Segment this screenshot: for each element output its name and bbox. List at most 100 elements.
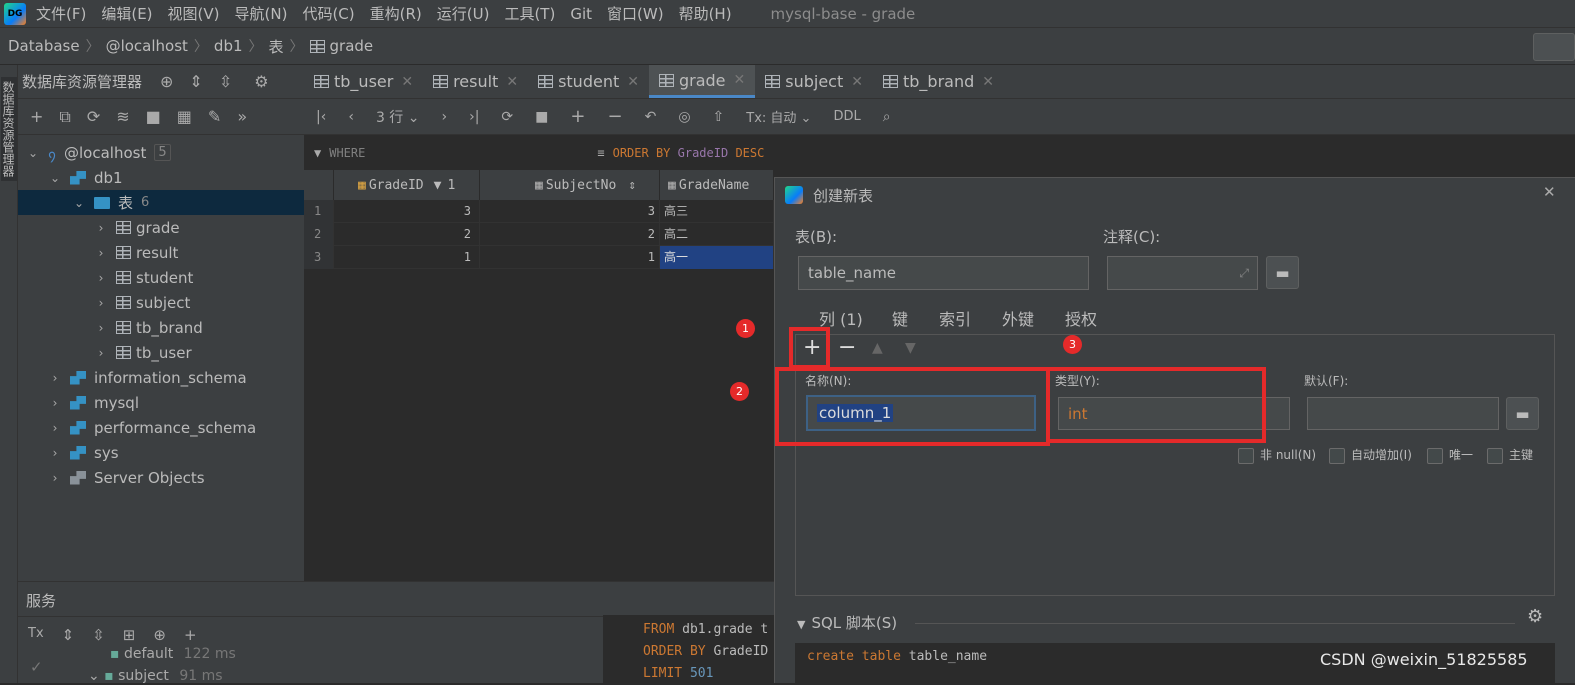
menu-window[interactable]: 窗口(W): [607, 3, 664, 24]
column-header-gradename[interactable]: ▦ GradeName: [660, 170, 774, 200]
tree-item-table[interactable]: › tb_brand: [18, 315, 304, 340]
tab-tb-brand[interactable]: tb_brand ✕: [873, 65, 1004, 98]
auto-increment-checkbox[interactable]: 自动增加(I): [1329, 446, 1412, 464]
tx-mode-dropdown[interactable]: Tx: 自动 ⌄: [746, 107, 811, 126]
close-icon[interactable]: ✕: [1543, 183, 1556, 201]
table-row[interactable]: 3 1 1 高一: [304, 246, 774, 269]
add-icon[interactable]: +: [184, 626, 197, 644]
crumb-tables[interactable]: 表: [269, 36, 284, 57]
crumb-table[interactable]: grade: [330, 37, 374, 55]
edit-icon[interactable]: ✎: [208, 107, 221, 126]
tree-item-schema[interactable]: › sys: [18, 440, 304, 465]
tree-item-schema[interactable]: › mysql: [18, 390, 304, 415]
search-icon[interactable]: ⌕: [883, 109, 891, 125]
submit-icon[interactable]: ⇧: [713, 109, 725, 125]
tab-result[interactable]: result ✕: [423, 65, 528, 98]
preview-icon[interactable]: ◎: [678, 109, 690, 125]
menu-code[interactable]: 代码(C): [302, 3, 354, 24]
unique-checkbox[interactable]: 唯一: [1427, 446, 1473, 464]
expand-all-icon[interactable]: ⇕: [189, 72, 202, 91]
close-icon[interactable]: ✕: [627, 74, 639, 90]
tree-item-table[interactable]: › grade: [18, 215, 304, 240]
stop-icon[interactable]: ■: [535, 109, 548, 125]
tab-keys[interactable]: 键: [892, 306, 908, 330]
sort-toggle-icon[interactable]: ⇕: [628, 178, 636, 193]
rows-dropdown[interactable]: 3 行 ⌄: [376, 107, 420, 127]
tab-tb-user[interactable]: tb_user ✕: [304, 65, 423, 98]
close-icon[interactable]: ✕: [401, 74, 413, 90]
table-row[interactable]: 1 3 3 高三: [304, 200, 774, 223]
target-icon[interactable]: ⊕: [160, 72, 173, 91]
group-icon[interactable]: ⊞: [123, 626, 136, 644]
last-page-icon[interactable]: ›|: [469, 109, 479, 125]
tree-item-schema[interactable]: › performance_schema: [18, 415, 304, 440]
not-null-checkbox[interactable]: 非 null(N): [1238, 446, 1316, 464]
service-item[interactable]: ▪ default 122 ms: [110, 646, 236, 662]
comment-edit-button[interactable]: ▬: [1266, 256, 1299, 289]
tree-item-table[interactable]: › result: [18, 240, 304, 265]
cell-gradename[interactable]: 高一: [660, 246, 774, 269]
db-explorer-strip-button[interactable]: 数据库资源管理器: [1, 77, 17, 181]
crumb-database[interactable]: Database: [8, 37, 80, 55]
tree-item-table[interactable]: › tb_user: [18, 340, 304, 365]
comment-input[interactable]: ⤢: [1107, 256, 1258, 290]
cell-gradeid[interactable]: 3: [334, 200, 480, 223]
tab-student[interactable]: student ✕: [528, 65, 649, 98]
menu-view[interactable]: 视图(V): [168, 3, 220, 24]
menu-navigate[interactable]: 导航(N): [235, 3, 288, 24]
menu-file[interactable]: 文件(F): [36, 3, 86, 24]
tx-button[interactable]: Tx: [28, 626, 44, 644]
tab-grade[interactable]: grade ✕: [648, 65, 756, 98]
more-icon[interactable]: »: [237, 107, 247, 126]
crumb-db[interactable]: db1: [214, 37, 243, 55]
expand-all-icon[interactable]: ⇕: [62, 626, 75, 644]
copy-icon[interactable]: ⧉: [59, 107, 70, 127]
schema-icon[interactable]: ≋: [116, 107, 129, 126]
menu-run[interactable]: 运行(U): [437, 3, 490, 24]
filter-icon[interactable]: ▼: [314, 146, 321, 160]
cell-gradename[interactable]: 高二: [660, 223, 774, 246]
close-icon[interactable]: ✕: [851, 74, 863, 90]
prev-page-icon[interactable]: ‹: [348, 109, 354, 125]
service-item[interactable]: ⌄ ▪ subject 91 ms: [88, 668, 223, 684]
tab-foreign-keys[interactable]: 外键: [1002, 306, 1034, 330]
cell-subjectno[interactable]: 3: [480, 200, 660, 223]
collapse-all-icon[interactable]: ⇳: [92, 626, 105, 644]
sql-script-toggle[interactable]: ▼ SQL 脚本(S): [797, 612, 897, 633]
stop-icon[interactable]: ■: [146, 107, 161, 126]
sort-icon[interactable]: ≡: [597, 146, 604, 160]
cell-gradename[interactable]: 高三: [660, 200, 774, 223]
first-page-icon[interactable]: |‹: [316, 109, 326, 125]
tree-item-server-objects[interactable]: › Server Objects: [18, 465, 304, 490]
column-header-gradeid[interactable]: ▦ GradeID ▼ 1: [334, 170, 480, 200]
tree-item-host[interactable]: ⌄ ᠀ @localhost 5: [18, 140, 304, 165]
menu-edit[interactable]: 编辑(E): [101, 3, 152, 24]
order-by-input[interactable]: ORDER BY GradeID DESC: [613, 146, 765, 160]
move-up-icon[interactable]: ▲: [872, 340, 883, 356]
cell-subjectno[interactable]: 2: [480, 223, 660, 246]
delete-row-icon[interactable]: −: [607, 106, 622, 127]
tab-indexes[interactable]: 索引: [939, 306, 971, 330]
sort-desc-icon[interactable]: ▼: [434, 178, 442, 193]
cell-gradeid[interactable]: 2: [334, 223, 480, 246]
tree-item-db1[interactable]: ⌄ db1: [18, 165, 304, 190]
collapse-all-icon[interactable]: ⇳: [219, 72, 232, 91]
expand-icon[interactable]: ⤢: [1239, 266, 1249, 281]
gear-icon[interactable]: ⚙: [254, 72, 268, 91]
refresh-icon[interactable]: ⟳: [501, 109, 513, 125]
revert-icon[interactable]: ↶: [645, 109, 657, 125]
close-icon[interactable]: ✕: [506, 74, 518, 90]
new-session-icon[interactable]: ⊕: [153, 626, 166, 644]
remove-column-icon[interactable]: −: [838, 335, 856, 360]
services-toggle-button[interactable]: [1533, 33, 1575, 61]
table-row[interactable]: 2 2 2 高二: [304, 223, 774, 246]
primary-key-checkbox[interactable]: 主键: [1487, 446, 1533, 464]
refresh-icon[interactable]: ⟳: [87, 107, 100, 126]
tree-item-tables-folder[interactable]: ⌄ 表 6: [18, 190, 304, 215]
default-input[interactable]: [1307, 397, 1499, 430]
add-icon[interactable]: +: [30, 107, 43, 126]
tree-item-table[interactable]: › student: [18, 265, 304, 290]
tree-item-table[interactable]: › subject: [18, 290, 304, 315]
where-input[interactable]: WHERE: [329, 146, 365, 160]
next-page-icon[interactable]: ›: [441, 109, 447, 125]
